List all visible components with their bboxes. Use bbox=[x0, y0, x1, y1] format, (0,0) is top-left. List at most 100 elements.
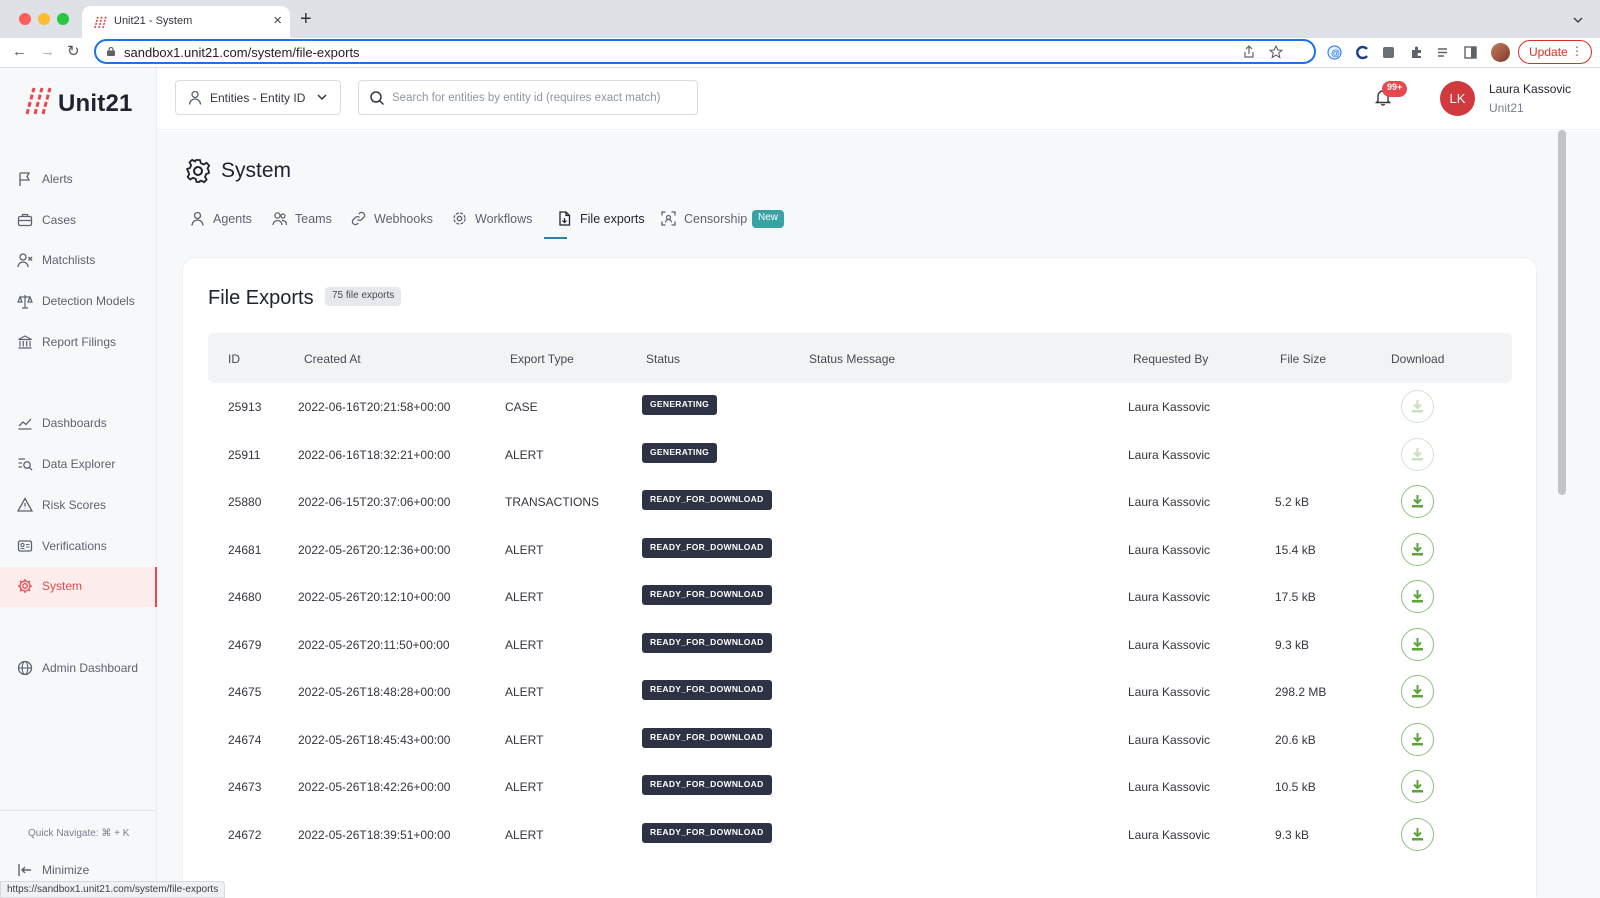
window-minimize-button[interactable] bbox=[38, 13, 50, 25]
extension-c-icon[interactable] bbox=[1355, 45, 1370, 60]
sidebar-item-data-explorer[interactable]: Data Explorer bbox=[0, 445, 157, 485]
cell-id: 25913 bbox=[228, 400, 262, 414]
table-row[interactable]: 24674 2022-05-26T18:45:43+00:00 ALERT Laura… bbox=[208, 716, 1512, 764]
gear-icon bbox=[186, 158, 211, 184]
sidebar-item-dashboards[interactable]: Dashboards bbox=[0, 404, 157, 444]
browser-update-button[interactable]: Update ⋮ bbox=[1518, 40, 1592, 64]
bookmark-star-icon[interactable] bbox=[1269, 45, 1283, 59]
cell-export-type: ALERT bbox=[505, 542, 544, 557]
reading-list-icon[interactable] bbox=[1436, 45, 1451, 60]
table-row[interactable]: 25913 2022-06-16T20:21:58+00:00 CASE Laura … bbox=[208, 383, 1512, 431]
extension-box-icon[interactable] bbox=[1381, 45, 1396, 60]
table-row[interactable]: 24672 2022-05-26T18:39:51+00:00 ALERT Laura… bbox=[208, 811, 1512, 859]
file-exports-count-badge: 75 file exports bbox=[325, 287, 402, 306]
sidebar-item-label: Matchlists bbox=[42, 253, 96, 267]
id-card-icon bbox=[17, 540, 33, 552]
download-button[interactable] bbox=[1401, 675, 1434, 708]
column-header-requested-by[interactable]: Requested By bbox=[1133, 352, 1208, 366]
table-row[interactable]: 25880 2022-06-15T20:37:06+00:00 TRANSACTIO… bbox=[208, 478, 1512, 526]
window-close-button[interactable] bbox=[19, 13, 31, 25]
forward-arrow-icon[interactable]: → bbox=[40, 43, 55, 61]
download-button[interactable] bbox=[1401, 770, 1434, 803]
bank-icon bbox=[18, 335, 32, 349]
download-button[interactable] bbox=[1401, 390, 1434, 423]
address-bar[interactable]: sandbox1.unit21.com/system/file-exports bbox=[94, 39, 1316, 64]
collapse-left-icon bbox=[18, 864, 31, 876]
window-zoom-button[interactable] bbox=[57, 13, 69, 25]
cell-file-size: 15.4 kB bbox=[1275, 542, 1316, 557]
search-icon bbox=[370, 91, 385, 106]
download-icon bbox=[1412, 637, 1423, 650]
main-content: System Agents Teams Webhooks Workflows F… bbox=[157, 131, 1600, 898]
page-title: System bbox=[221, 159, 292, 182]
svg-text:@: @ bbox=[1331, 48, 1340, 58]
extension-at-icon[interactable]: @ bbox=[1327, 45, 1342, 60]
sidebar-item-label: Report Filings bbox=[42, 335, 117, 349]
column-header-status-message[interactable]: Status Message bbox=[809, 352, 895, 366]
side-panel-icon[interactable] bbox=[1463, 45, 1478, 60]
sidebar-item-verifications[interactable]: Verifications bbox=[0, 527, 157, 567]
tab-search-chevron-icon[interactable] bbox=[1572, 14, 1584, 26]
tab-label: File exports bbox=[580, 212, 645, 226]
download-icon bbox=[1412, 590, 1423, 603]
cell-file-size: 298.2 MB bbox=[1275, 685, 1327, 699]
tab-label: Censorship bbox=[684, 212, 748, 226]
table-row[interactable]: 24673 2022-05-26T18:42:26+00:00 ALERT Laura… bbox=[208, 763, 1512, 811]
cell-requested-by: Laura Kassovic bbox=[1128, 827, 1211, 842]
tab-label: Workflows bbox=[475, 212, 533, 226]
close-tab-icon[interactable]: × bbox=[273, 12, 282, 30]
download-icon bbox=[1412, 780, 1423, 793]
download-button[interactable] bbox=[1401, 437, 1434, 471]
new-tab-icon[interactable]: + bbox=[300, 9, 312, 29]
sidebar-item-alerts[interactable]: Alerts bbox=[0, 160, 157, 200]
sidebar-item-system[interactable]: System bbox=[0, 567, 158, 607]
page-scrollbar[interactable] bbox=[1558, 130, 1566, 495]
column-header-export-type[interactable]: Export Type bbox=[510, 352, 574, 366]
download-icon bbox=[1412, 827, 1423, 840]
gear-icon bbox=[18, 579, 32, 593]
table-row[interactable]: 25911 2022-06-16T18:32:21+00:00 ALERT Laura… bbox=[208, 431, 1512, 479]
browser-tab-title: Unit21 - System bbox=[114, 15, 193, 27]
download-button[interactable] bbox=[1401, 532, 1434, 566]
download-button[interactable] bbox=[1401, 627, 1434, 661]
back-arrow-icon[interactable]: ← bbox=[12, 43, 27, 61]
status-badge: READY_FOR_DOWNLOAD bbox=[642, 727, 772, 748]
share-icon[interactable] bbox=[1242, 45, 1256, 59]
sidebar-item-matchlists[interactable]: Matchlists bbox=[0, 241, 157, 281]
search-input[interactable] bbox=[392, 89, 692, 107]
reload-icon[interactable]: ↻ bbox=[67, 43, 80, 61]
table-row[interactable]: 24679 2022-05-26T20:11:50+00:00 ALERT Laura… bbox=[208, 621, 1512, 669]
download-button[interactable] bbox=[1401, 580, 1434, 613]
puzzle-icon[interactable] bbox=[1409, 45, 1424, 60]
column-header-status[interactable]: Status bbox=[646, 352, 680, 366]
browser-tab[interactable]: Unit21 - System × bbox=[82, 6, 290, 38]
cell-export-type: ALERT bbox=[505, 827, 544, 842]
column-header-file-size[interactable]: File Size bbox=[1280, 352, 1326, 366]
download-button[interactable] bbox=[1401, 485, 1434, 518]
minimize-sidebar-button[interactable]: Minimize bbox=[17, 858, 147, 882]
download-button[interactable] bbox=[1401, 817, 1434, 851]
logo-text: Unit21 bbox=[58, 90, 133, 117]
quick-navigate-hint: Quick Navigate: ⌘ + K bbox=[28, 828, 130, 839]
sidebar-item-label: Dashboards bbox=[42, 416, 107, 430]
download-button[interactable] bbox=[1401, 722, 1434, 756]
cell-file-size: 17.5 kB bbox=[1275, 590, 1316, 604]
sidebar-item-admin-dashboard[interactable]: Admin Dashboard bbox=[0, 649, 157, 689]
column-header-id[interactable]: ID bbox=[228, 352, 240, 366]
user-name[interactable]: Laura Kassovic bbox=[1489, 82, 1571, 96]
chart-line-icon bbox=[18, 418, 32, 430]
sidebar-item-risk-scores[interactable]: Risk Scores bbox=[0, 486, 157, 526]
table-row[interactable]: 24680 2022-05-26T20:12:10+00:00 ALERT Laura… bbox=[208, 573, 1512, 621]
sidebar-item-report-filings[interactable]: Report Filings bbox=[0, 323, 157, 363]
sidebar-item-cases[interactable]: Cases bbox=[0, 201, 157, 241]
download-icon bbox=[1412, 732, 1423, 745]
user-avatar[interactable]: LK bbox=[1440, 81, 1475, 116]
warning-icon bbox=[17, 497, 33, 512]
table-row[interactable]: 24681 2022-05-26T20:12:36+00:00 ALERT Laura… bbox=[208, 526, 1512, 574]
entity-type-select[interactable]: Entities - Entity ID bbox=[175, 80, 341, 115]
column-header-created-at[interactable]: Created At bbox=[304, 352, 361, 366]
table-row[interactable]: 24675 2022-05-26T18:48:28+00:00 ALERT Laura… bbox=[208, 668, 1512, 716]
globe-icon bbox=[17, 660, 33, 676]
browser-profile-avatar[interactable] bbox=[1491, 43, 1510, 62]
sidebar-item-detection-models[interactable]: Detection Models bbox=[0, 282, 157, 322]
